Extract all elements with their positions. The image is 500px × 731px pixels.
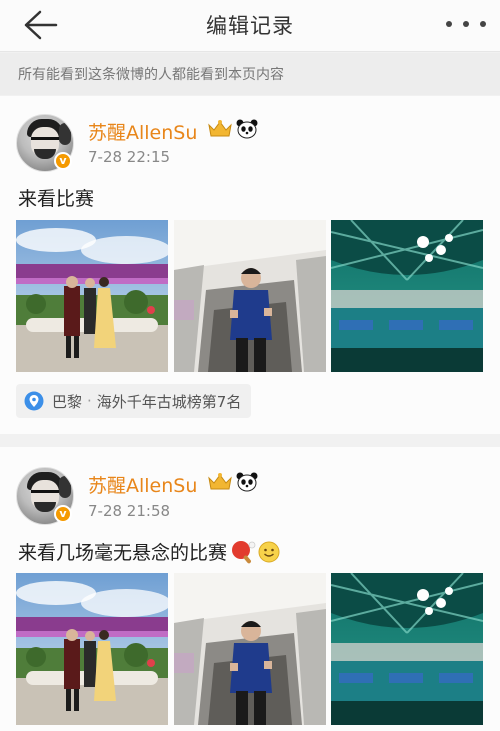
edit-record-item: v 苏醒AllenSu 7-28 22:15 来看比赛 巴黎 · 海外千年古城榜… (0, 96, 500, 434)
verified-badge-icon: v (54, 152, 72, 170)
post-time: 7-28 21:58 (88, 502, 171, 520)
post-image-1[interactable] (16, 573, 168, 725)
more-dots-icon[interactable] (446, 12, 486, 36)
top-bar: 编辑记录 (0, 0, 500, 52)
panda-icon (236, 119, 258, 139)
crown-icon (208, 120, 232, 137)
page-title: 编辑记录 (206, 14, 294, 38)
post-image-3[interactable] (331, 220, 483, 372)
post-text: 来看比赛 (18, 188, 95, 210)
smile-emoji-icon (258, 541, 280, 562)
verified-badge-icon: v (54, 505, 72, 523)
post-image-1[interactable] (16, 220, 168, 372)
crown-icon (208, 473, 232, 490)
panda-icon (236, 472, 258, 492)
location-detail: 海外千年古城榜第7名 (96, 392, 242, 411)
post-time: 7-28 22:15 (88, 148, 171, 166)
username[interactable]: 苏醒AllenSu (88, 118, 197, 145)
location-city: 巴黎 (52, 392, 83, 411)
post-image-3[interactable] (331, 573, 483, 725)
post-image-2[interactable] (174, 220, 326, 372)
edit-record-item: v 苏醒AllenSu 7-28 21:58 来看几场毫无悬念的比赛 (0, 447, 500, 731)
location-separator: · (87, 392, 92, 410)
username[interactable]: 苏醒AllenSu (88, 471, 197, 498)
post-text: 来看几场毫无悬念的比赛 (18, 538, 280, 565)
post-image-2[interactable] (174, 573, 326, 725)
visibility-notice: 所有能看到这条微博的人都能看到本页内容 (0, 53, 500, 95)
location-pin-icon (24, 391, 44, 411)
location-tag[interactable]: 巴黎 · 海外千年古城榜第7名 (16, 384, 252, 418)
ping-pong-paddle-icon (232, 540, 256, 563)
